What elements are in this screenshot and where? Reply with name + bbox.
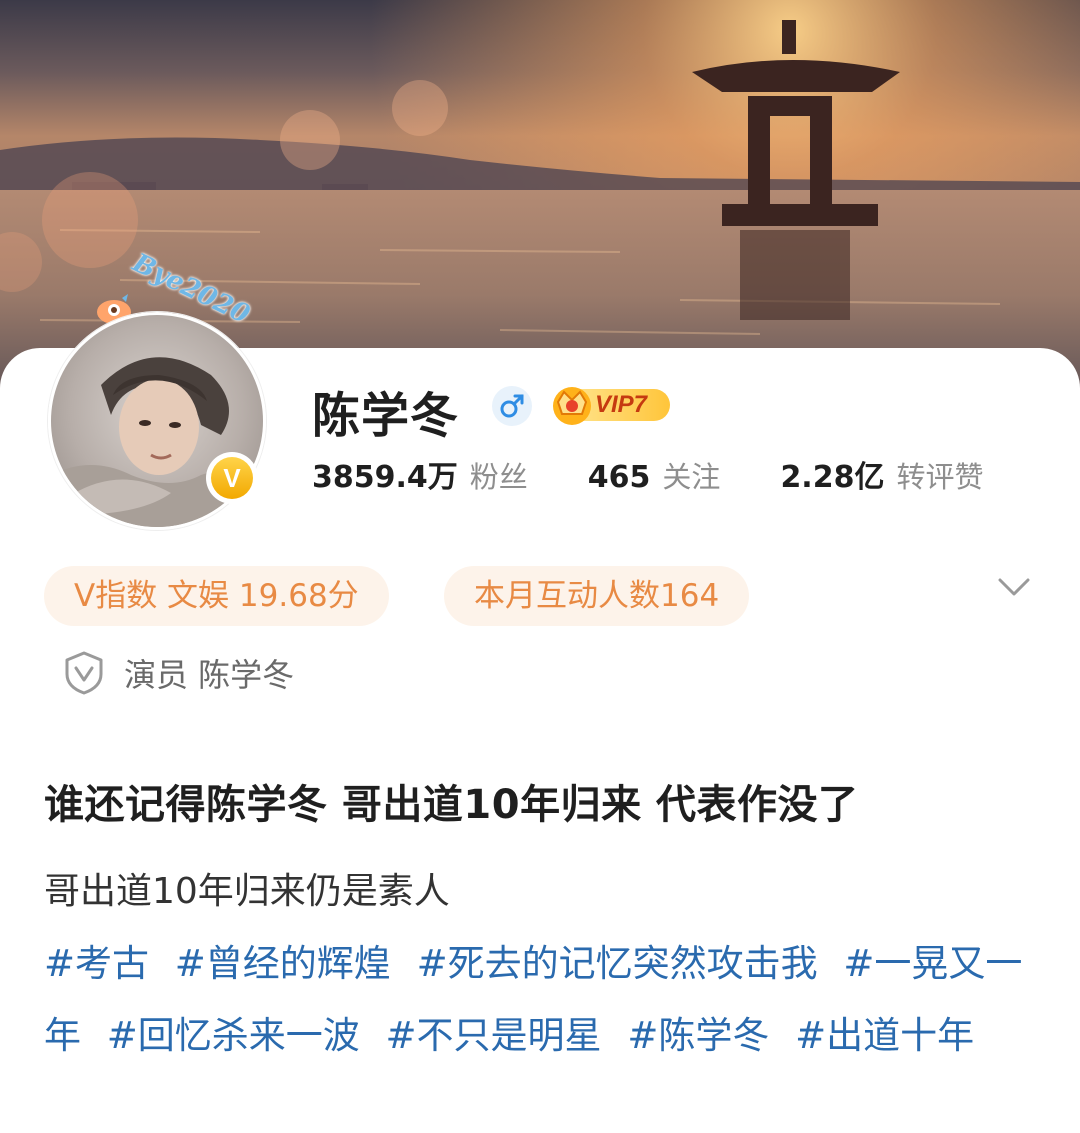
stat-followers[interactable]: 3859.4万 粉丝 (312, 452, 528, 496)
stat-reposts-comments-likes[interactable]: 2.28亿 转评赞 (780, 452, 983, 496)
stat-value: 2.28亿 (780, 460, 885, 495)
monthly-interactions-pill[interactable]: 本月互动人数164 (444, 566, 750, 626)
hashtag-link[interactable]: #陈学冬 (627, 1014, 769, 1057)
hashtag-link[interactable]: #考古 (44, 942, 149, 985)
stat-value: 3859.4万 (312, 460, 458, 495)
stat-label: 关注 (662, 460, 721, 494)
verified-badge: V (206, 452, 258, 504)
vip-badge[interactable]: VIP7 (548, 380, 678, 428)
hashtag-link[interactable]: #不只是明星 (386, 1014, 602, 1057)
stat-value: 465 (587, 460, 651, 495)
crown-icon (553, 387, 591, 425)
shield-v-icon (65, 651, 103, 695)
post-hashtags: #考古 #曾经的辉煌 #死去的记忆突然攻击我 #一晃又一年 #回忆杀来一波 #不… (44, 928, 1044, 1072)
hashtag-link[interactable]: #曾经的辉煌 (175, 942, 391, 985)
male-icon (492, 386, 532, 426)
post-subtitle: 哥出道10年归来仍是素人 (44, 871, 450, 912)
stat-label: 粉丝 (469, 460, 528, 494)
profile-name: 陈学冬 (312, 388, 460, 444)
stat-label: 转评赞 (896, 460, 984, 494)
profile-stats: 3859.4万 粉丝 465 关注 2.28亿 转评赞 (312, 452, 1043, 496)
certification-text: 演员 陈学冬 (124, 656, 295, 694)
verified-v-icon: V (211, 457, 253, 499)
hashtag-link[interactable]: #死去的记忆突然攻击我 (417, 942, 818, 985)
hashtag-link[interactable]: #出道十年 (795, 1014, 974, 1057)
avatar-container[interactable]: Bye2020 V (44, 248, 274, 530)
certification-row: 演员 陈学冬 (62, 650, 294, 696)
stat-following[interactable]: 465 关注 (588, 454, 721, 496)
post-title: 谁还记得陈学冬 哥出道10年归来 代表作没了 (44, 782, 859, 828)
chevron-down-icon[interactable] (994, 574, 1034, 602)
v-index-pill[interactable]: V指数 文娱 19.68分 (44, 566, 389, 626)
hashtag-link[interactable]: #回忆杀来一波 (107, 1014, 360, 1057)
